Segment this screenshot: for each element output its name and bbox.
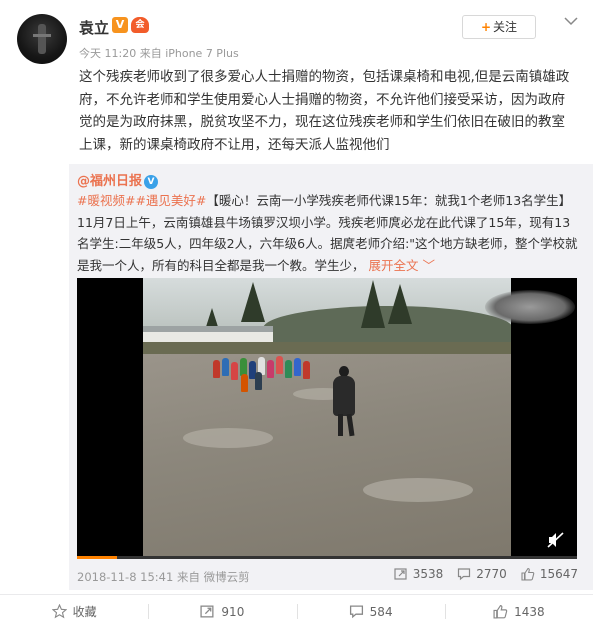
student	[241, 374, 248, 392]
action-bar: 收藏 910 584 1438	[0, 594, 593, 628]
comment-button-count: 584	[369, 604, 393, 619]
comment-icon	[349, 605, 363, 619]
teacher-leg	[338, 414, 343, 436]
repost-button-count: 910	[221, 604, 245, 619]
student	[231, 362, 238, 380]
muddy-ground	[143, 354, 511, 559]
follow-label: 关注	[493, 20, 518, 34]
video-frame	[143, 278, 511, 559]
repost-text: #暖视频##遇见美好#【暖心！云南一小学残疾老师代课15年：就我1个老师13名学…	[77, 190, 582, 276]
hashtags[interactable]: #暖视频##遇见美好#	[77, 193, 206, 208]
like-button-count: 1438	[514, 604, 545, 619]
verified-badge-icon: V	[112, 17, 128, 33]
like-count-value: 15647	[539, 567, 578, 581]
expand-caret-icon: ﹀	[422, 257, 436, 273]
vip-badge-icon: 会	[131, 17, 149, 33]
tree	[388, 284, 412, 324]
repost-icon	[200, 605, 214, 618]
avatar-figure-arms	[33, 34, 51, 37]
repost-footer-meta: 2018-11-8 15:41 来自 微博云剪	[77, 570, 250, 584]
repost-count-value: 3538	[412, 567, 444, 581]
student	[255, 372, 262, 390]
puddle	[183, 428, 273, 448]
teacher	[333, 376, 355, 416]
expand-label: 展开全文	[368, 257, 419, 273]
mute-icon[interactable]	[547, 532, 565, 548]
like-icon	[521, 567, 535, 581]
tree	[361, 280, 385, 328]
comment-button[interactable]: 584	[296, 595, 445, 628]
favorite-button[interactable]: 收藏	[0, 595, 148, 628]
expand-full-text-link[interactable]: 展开全文 ﹀	[369, 258, 436, 273]
student	[276, 356, 283, 374]
verified-blue-icon: V	[144, 174, 159, 189]
repost-stats: 3538 2770 15647	[380, 567, 578, 581]
favorite-label: 收藏	[72, 605, 97, 619]
repost-block[interactable]: @福州日报 V #暖视频##遇见美好#【暖心！云南一小学残疾老师代课15年：就我1…	[69, 164, 593, 590]
avatar[interactable]	[17, 14, 67, 64]
like-icon	[493, 605, 508, 619]
student	[285, 360, 292, 378]
comment-count[interactable]: 2770	[457, 567, 507, 581]
like-button[interactable]: 1438	[444, 595, 593, 628]
tree	[241, 282, 265, 322]
repost-author-name: @福州日报	[77, 174, 143, 189]
student	[267, 360, 274, 378]
post-meta: 今天 11:20 来自 iPhone 7 Plus	[79, 47, 239, 60]
username[interactable]: 袁立	[79, 17, 109, 38]
star-icon	[51, 604, 67, 619]
follow-button[interactable]: + 关注	[462, 15, 536, 39]
student	[294, 358, 301, 376]
repost-count[interactable]: 3538	[394, 567, 444, 581]
repost-icon	[394, 568, 407, 580]
video-player[interactable]	[77, 278, 577, 559]
student	[303, 361, 310, 379]
student	[213, 360, 220, 378]
comment-count-value: 2770	[476, 567, 507, 581]
video-progress-bar[interactable]	[77, 556, 577, 559]
like-count[interactable]: 15647	[521, 567, 578, 581]
blurred-watermark	[485, 290, 575, 324]
more-chevron-icon[interactable]	[564, 16, 578, 26]
repost-button[interactable]: 910	[148, 595, 296, 628]
comment-icon	[458, 568, 471, 581]
puddle	[363, 478, 473, 502]
repost-author[interactable]: @福州日报 V	[77, 170, 159, 189]
post-text: 这个残疾老师收到了很多爱心人士捐赠的物资，包括课桌椅和电视,但是云南镇雄政府，不…	[79, 69, 570, 153]
student	[222, 358, 229, 376]
weibo-post-card: 袁立 V 会 今天 11:20 来自 iPhone 7 Plus + 关注 这个残…	[0, 0, 593, 628]
video-progress-fill	[77, 556, 117, 559]
plus-icon: +	[480, 20, 492, 34]
avatar-figure	[38, 24, 46, 54]
